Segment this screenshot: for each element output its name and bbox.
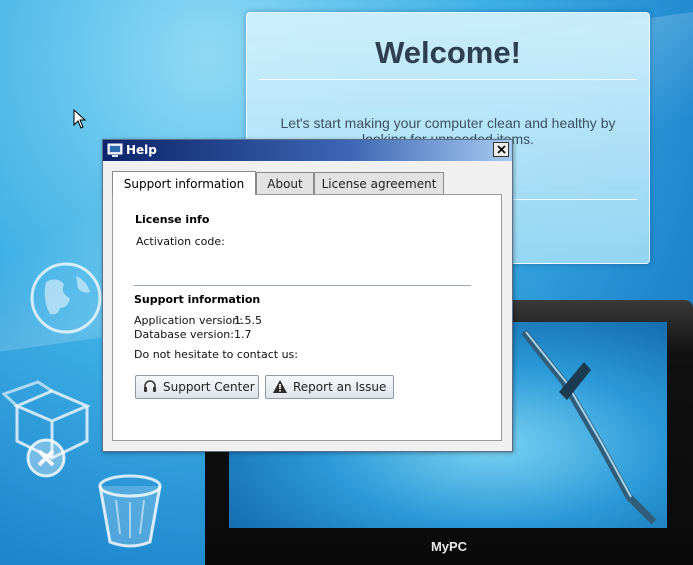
close-button[interactable] <box>493 142 509 157</box>
report-issue-label: Report an Issue <box>293 380 387 394</box>
tab-license-agreement[interactable]: License agreement <box>314 172 444 194</box>
welcome-divider <box>259 79 637 80</box>
remove-icon <box>26 438 66 478</box>
contact-text: Do not hesitate to contact us: <box>134 348 298 361</box>
dialog-titlebar[interactable]: Help <box>103 140 512 161</box>
laptop-brand: MyPC <box>430 539 468 554</box>
welcome-title: Welcome! <box>375 35 521 70</box>
support-info-heading: Support information <box>134 293 261 306</box>
mouse-cursor-icon <box>73 109 87 129</box>
support-center-button[interactable]: Support Center <box>135 375 259 399</box>
globe-icon <box>30 262 102 334</box>
activation-code-label: Activation code: <box>136 235 225 248</box>
close-icon <box>496 145 506 154</box>
help-dialog: Help Support information About License a… <box>102 139 513 452</box>
tab-about[interactable]: About <box>256 172 314 194</box>
dialog-title: Help <box>126 143 157 157</box>
headset-icon <box>144 380 156 392</box>
trash-bin-icon <box>98 474 162 548</box>
app-version-value: 1.5.5 <box>234 314 262 327</box>
warning-icon <box>273 380 287 393</box>
tab-support-information[interactable]: Support information <box>112 171 256 195</box>
app-icon <box>107 143 123 157</box>
app-version-label: Application version: <box>134 314 243 327</box>
license-info-heading: License info <box>135 213 210 226</box>
support-information-panel: License info Activation code: Support in… <box>112 194 502 441</box>
db-version-label: Database version: <box>134 328 234 341</box>
db-version-value: 1.7 <box>234 328 252 341</box>
section-divider <box>134 285 471 286</box>
support-center-label: Support Center <box>163 380 255 394</box>
report-issue-button[interactable]: Report an Issue <box>265 375 394 399</box>
